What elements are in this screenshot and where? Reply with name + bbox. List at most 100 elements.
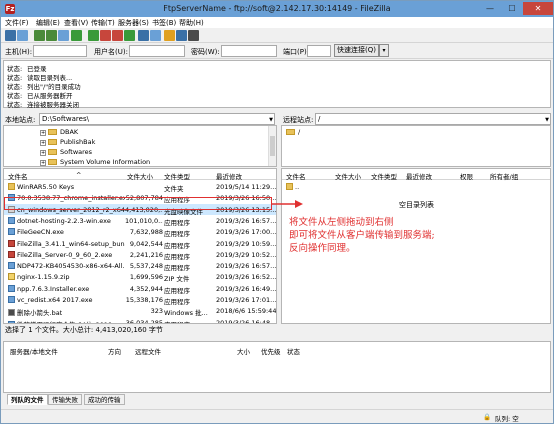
toggle-remote-tree-icon[interactable]: [46, 30, 57, 41]
toggle-queue-icon[interactable]: [58, 30, 69, 41]
binoculars-icon[interactable]: [188, 30, 199, 41]
table-row[interactable]: 微软常用运行库合集 64位_2019... 36,034,285应用程序 2019/…: [4, 317, 276, 323]
file-modified: 2019/3/29 10:52...: [216, 251, 276, 259]
menu-server[interactable]: 服务器(S): [118, 18, 149, 28]
port-label: 端口(P):: [283, 48, 310, 56]
file-size: 4,352,944: [125, 285, 163, 293]
column-filesize[interactable]: 文件大小: [335, 171, 361, 181]
menu-view[interactable]: 查看(V): [64, 18, 88, 28]
table-row[interactable]: FileZilla_3.41.1_win64-setup_bun... 9,042…: [4, 238, 276, 250]
queue-column-status[interactable]: 状态: [287, 346, 300, 356]
column-filetype[interactable]: 文件类型: [164, 171, 190, 181]
queue-column-size[interactable]: 大小: [237, 346, 250, 356]
cancel-icon[interactable]: [100, 30, 111, 41]
file-modified-text: 2019/3/26 16:49...: [216, 284, 276, 293]
file-size-text: 5,537,248: [129, 262, 163, 271]
table-row[interactable]: nginx-1.15.9.zip 1,699,596 ZIP 文件 2019/3/26…: [4, 271, 276, 283]
remote-site-label: 远程站点:: [283, 116, 314, 124]
table-row[interactable]: NDP472-KB4054530-x86-x64-All... 5,537,248…: [4, 260, 276, 272]
remote-directory-tree[interactable]: /: [281, 125, 551, 167]
column-owner[interactable]: 所有者/组: [490, 171, 518, 181]
password-input[interactable]: [221, 45, 277, 57]
column-permissions[interactable]: 权限: [460, 171, 473, 181]
minimize-button[interactable]: —: [479, 2, 501, 15]
column-filename[interactable]: 文件名: [8, 171, 28, 181]
close-button[interactable]: ✕: [523, 2, 553, 15]
quickconnect-button[interactable]: 快速连接(Q): [334, 44, 379, 57]
maximize-button[interactable]: ☐: [501, 2, 523, 15]
tree-item[interactable]: + Softwares: [40, 148, 92, 156]
table-row[interactable]: WinRAR5.50 Keys 文件夹 2019/5/14 11:29...: [4, 181, 276, 193]
reconnect-icon[interactable]: [124, 30, 135, 41]
menu-help[interactable]: 帮助(H): [179, 18, 204, 28]
expand-icon[interactable]: +: [40, 150, 46, 156]
menu-bookmarks[interactable]: 书签(B): [152, 18, 176, 28]
table-row[interactable]: FileZilla_Server-0_9_60_2.exe 2,241,216 应用…: [4, 249, 276, 261]
refresh-icon[interactable]: [71, 30, 82, 41]
port-input[interactable]: [307, 45, 331, 57]
tree-item[interactable]: + DBAK: [40, 128, 78, 136]
column-filetype[interactable]: 文件类型: [371, 171, 397, 181]
local-directory-tree[interactable]: + DBAK + PublishBak + Softwares + System Vol…: [3, 125, 277, 167]
file-size: 101,010,0...: [125, 217, 163, 225]
tab-successful-transfers[interactable]: 成功的传输: [84, 394, 125, 405]
local-tree-scrollbar[interactable]: [268, 126, 276, 166]
transfer-queue[interactable]: 服务器/本地文件 方向 远程文件 大小 优先级 状态: [3, 341, 551, 393]
message-log[interactable]: 状态: 已登录 状态: 读取目录列表... 状态: 列出"/"的目录成功 状态: 已从服…: [3, 60, 551, 109]
local-path-input[interactable]: D:\Softwares\ ▼: [39, 113, 275, 125]
file-modified: 2019/3/26 16:57...: [216, 262, 276, 270]
tree-item[interactable]: + PublishBak: [40, 138, 95, 146]
file-exe-icon: [8, 262, 15, 270]
site-manager-icon[interactable]: [5, 30, 16, 41]
local-file-list[interactable]: 文件名 ^ 文件大小 文件类型 最近修改 WinRAR5.50 Keys 文件夹 2…: [3, 168, 277, 324]
log-key: 状态:: [7, 101, 23, 109]
queue-column-priority[interactable]: 优先级: [261, 346, 281, 356]
file-size-text: 9,042,544: [129, 239, 163, 248]
menu-transfer[interactable]: 传输(T): [91, 18, 115, 28]
menu-edit[interactable]: 编辑(E): [36, 18, 60, 28]
expand-icon[interactable]: +: [40, 130, 46, 136]
parent-directory-row[interactable]: ..: [282, 181, 550, 192]
tree-item-label: Softwares: [60, 148, 93, 156]
disconnect-icon[interactable]: [112, 30, 123, 41]
expand-icon[interactable]: +: [40, 160, 46, 166]
title-bar[interactable]: Fz FtpServerName - ftp://soft@2.142.17.3…: [1, 1, 553, 17]
column-modified[interactable]: 最近修改: [216, 171, 242, 181]
quickconnect-history-dropdown[interactable]: ▾: [379, 44, 389, 57]
tree-item[interactable]: + System Volume Information: [40, 158, 150, 166]
tab-queued-files[interactable]: 列队的文件: [7, 394, 48, 405]
column-modified[interactable]: 最近修改: [406, 171, 432, 181]
file-size: 5,537,248: [125, 262, 163, 270]
chevron-down-icon[interactable]: ▼: [545, 115, 549, 125]
chevron-down-icon[interactable]: ▼: [269, 115, 273, 125]
column-filesize[interactable]: 文件大小: [127, 171, 153, 181]
menu-file[interactable]: 文件(F): [5, 18, 29, 28]
sync-browse-icon[interactable]: [150, 30, 161, 41]
table-row[interactable]: FileGeeCN.exe 7,632,988 应用程序 2019/3/26 17:0…: [4, 226, 276, 238]
table-row[interactable]: 删除小箭头.bat 323 Windows 批... 2018/6/6 15:59:4…: [4, 305, 276, 317]
tree-item-label: /: [298, 128, 301, 136]
queue-column-remote[interactable]: 远程文件: [135, 346, 161, 356]
expand-icon[interactable]: +: [40, 140, 46, 146]
scrollbar-thumb[interactable]: [270, 136, 275, 156]
table-row[interactable]: vc_redist.x64 2017.exe 15,338,176 应用程序 2019…: [4, 294, 276, 306]
queue-column-direction[interactable]: 方向: [108, 346, 121, 356]
tab-failed-transfers[interactable]: 传输失败: [48, 394, 82, 405]
queue-column-file[interactable]: 服务器/本地文件: [10, 346, 58, 356]
toggle-local-tree-icon[interactable]: [34, 30, 45, 41]
compare-icon[interactable]: [138, 30, 149, 41]
table-row[interactable]: dotnet-hosting-2.2.3-win.exe 101,010,0...…: [4, 215, 276, 227]
toggle-log-icon[interactable]: [17, 30, 28, 41]
file-size: 36,034,285: [125, 319, 163, 323]
process-queue-icon[interactable]: [88, 30, 99, 41]
file-modified: 2019/3/29 10:59...: [216, 240, 276, 248]
host-input[interactable]: [33, 45, 87, 57]
search-icon[interactable]: [176, 30, 187, 41]
remote-path-input[interactable]: / ▼: [315, 113, 551, 125]
column-filename[interactable]: 文件名: [286, 171, 306, 181]
tree-item[interactable]: /: [286, 128, 300, 136]
username-input[interactable]: [129, 45, 185, 57]
table-row[interactable]: npp.7.6.3.Installer.exe 4,352,944 应用程序 2019…: [4, 283, 276, 295]
file-name: npp.7.6.3.Installer.exe: [8, 284, 125, 293]
filter-icon[interactable]: [164, 30, 175, 41]
